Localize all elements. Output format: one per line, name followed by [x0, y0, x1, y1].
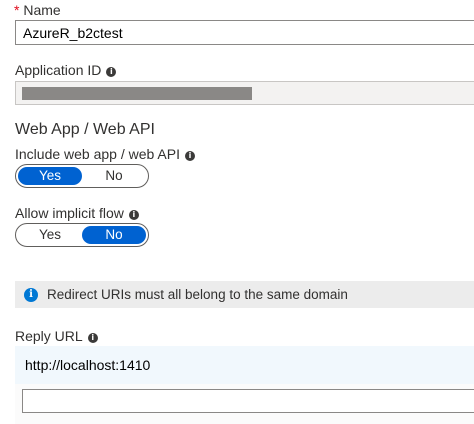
application-id-label-row: Application ID i	[15, 62, 117, 78]
include-web-app-label-row: Include web app / web API i	[15, 146, 195, 162]
include-web-app-label: Include web app / web API	[15, 146, 180, 162]
include-web-app-toggle[interactable]: Yes No	[15, 164, 149, 188]
name-input[interactable]: AzureR_b2ctest	[15, 20, 474, 45]
required-asterisk: *	[14, 2, 20, 18]
implicit-flow-no-option[interactable]: No	[82, 226, 146, 244]
name-input-value: AzureR_b2ctest	[23, 25, 123, 41]
info-icon[interactable]: i	[185, 151, 195, 161]
new-reply-url-input[interactable]	[22, 389, 474, 413]
info-icon[interactable]: i	[87, 333, 98, 343]
reply-url-value: http://localhost:1410	[25, 357, 151, 373]
application-id-label: Application ID	[15, 62, 102, 78]
include-web-app-yes-option[interactable]: Yes	[18, 167, 82, 185]
info-icon[interactable]: i	[106, 67, 117, 77]
implicit-flow-label: Allow implicit flow	[15, 205, 124, 221]
implicit-flow-label-row: Allow implicit flow i	[15, 205, 139, 221]
implicit-flow-toggle[interactable]: Yes No	[15, 223, 149, 247]
application-id-field[interactable]	[15, 81, 474, 105]
redacted-value	[22, 87, 252, 100]
info-circle-icon: i	[24, 287, 38, 302]
info-icon[interactable]: i	[128, 210, 139, 220]
implicit-flow-yes-option[interactable]: Yes	[18, 226, 82, 244]
reply-url-row[interactable]: http://localhost:1410	[15, 346, 474, 384]
redirect-uri-notice: i Redirect URIs must all belong to the s…	[15, 281, 474, 308]
section-title: Web App / Web API	[15, 121, 155, 138]
reply-url-label: Reply URL	[15, 328, 83, 344]
include-web-app-no-option[interactable]: No	[82, 167, 146, 185]
name-label: Name	[23, 2, 61, 18]
reply-url-label-row: Reply URL i	[15, 328, 98, 344]
name-label-row: * Name	[14, 2, 61, 18]
notice-text: Redirect URIs must all belong to the sam…	[47, 287, 348, 302]
